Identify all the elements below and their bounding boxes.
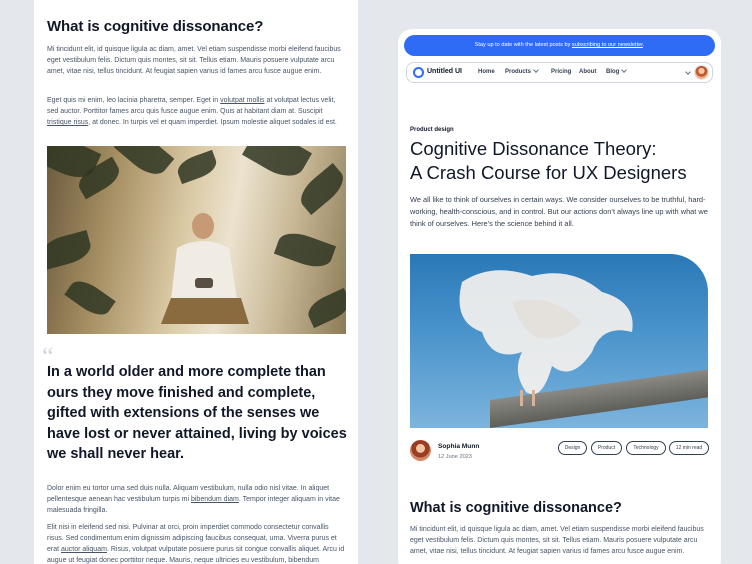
tag-product[interactable]: Product <box>591 441 622 455</box>
nav-pricing[interactable]: Pricing <box>551 69 571 75</box>
chevron-down-icon <box>621 67 628 73</box>
logo-icon[interactable] <box>413 67 424 78</box>
intro-paragraph: We all like to think of ourselves in cer… <box>410 195 708 228</box>
flowing-fabric-illustration <box>459 270 633 406</box>
paragraph-text: Eget quis mi enim, leo lacinia pharetra,… <box>47 97 221 104</box>
header-nav: Untitled UI Home Products Pricing About … <box>406 62 713 83</box>
read-time-badge: 12 min read <box>669 441 709 455</box>
title-line-1: Cognitive Dissonance Theory: <box>410 138 657 159</box>
nav-blog-label: Blog <box>606 69 620 75</box>
blog-post-card: Stay up to date with the latest posts by… <box>398 29 721 564</box>
article-left-panel: What is cognitive dissonance? Mi tincidu… <box>34 0 358 564</box>
author-name[interactable]: Sophia Munn <box>438 443 479 450</box>
article-photo-man-with-phone <box>47 146 346 334</box>
chevron-down-icon <box>533 67 539 73</box>
nav-products-label: Products <box>505 69 532 75</box>
paragraph-text: , at donec. In turpis vel et quam imperd… <box>88 119 337 126</box>
brand-name[interactable]: Untitled UI <box>427 68 462 75</box>
inline-link[interactable]: bibendum diam <box>191 496 239 503</box>
user-avatar[interactable] <box>694 65 709 80</box>
tag-design[interactable]: Design <box>558 441 587 455</box>
paragraph: Eget quis mi enim, leo lacinia pharetra,… <box>47 95 347 128</box>
newsletter-banner: Stay up to date with the latest posts by… <box>404 35 715 56</box>
person-illustration <box>161 213 249 324</box>
inline-link[interactable]: auctor aliquam <box>61 546 107 553</box>
paragraph: Mi tincidunt elit, id quisque ligula ac … <box>47 46 341 75</box>
section-heading: What is cognitive dissonance? <box>410 500 622 516</box>
inline-link[interactable]: tristique risus <box>47 119 88 126</box>
publish-date: 12 June 2023 <box>438 454 472 460</box>
pull-quote: In a world older and more complete than … <box>47 364 347 462</box>
page-title: Cognitive Dissonance Theory: A Crash Cour… <box>410 137 710 185</box>
nav-products[interactable]: Products <box>505 67 539 75</box>
inline-link[interactable]: volutpat mollis <box>220 97 264 104</box>
category-label: Product design <box>410 127 454 133</box>
paragraph: Mi tincidunt elit, id quisque ligula ac … <box>410 526 704 555</box>
hero-image-woman-with-fabric <box>410 254 708 428</box>
paragraph: Elit nisi in eleifend sed nisi. Pulvinar… <box>47 522 347 564</box>
paragraph: Dolor enim eu tortor urna sed duis nulla… <box>47 483 347 516</box>
banner-text-end: . <box>642 42 645 48</box>
nav-home[interactable]: Home <box>478 69 495 75</box>
banner-text: Stay up to date with the latest posts by <box>474 42 572 48</box>
title-line-2: A Crash Course for UX Designers <box>410 162 687 183</box>
tag-technology[interactable]: Technology <box>626 441 666 455</box>
nav-blog[interactable]: Blog <box>606 67 628 75</box>
account-chevron-down-icon[interactable] <box>685 69 691 75</box>
section-heading: What is cognitive dissonance? <box>47 18 264 35</box>
author-avatar[interactable] <box>410 440 431 461</box>
newsletter-link[interactable]: subscribing to our newsletter <box>572 42 643 48</box>
nav-about[interactable]: About <box>579 69 596 75</box>
